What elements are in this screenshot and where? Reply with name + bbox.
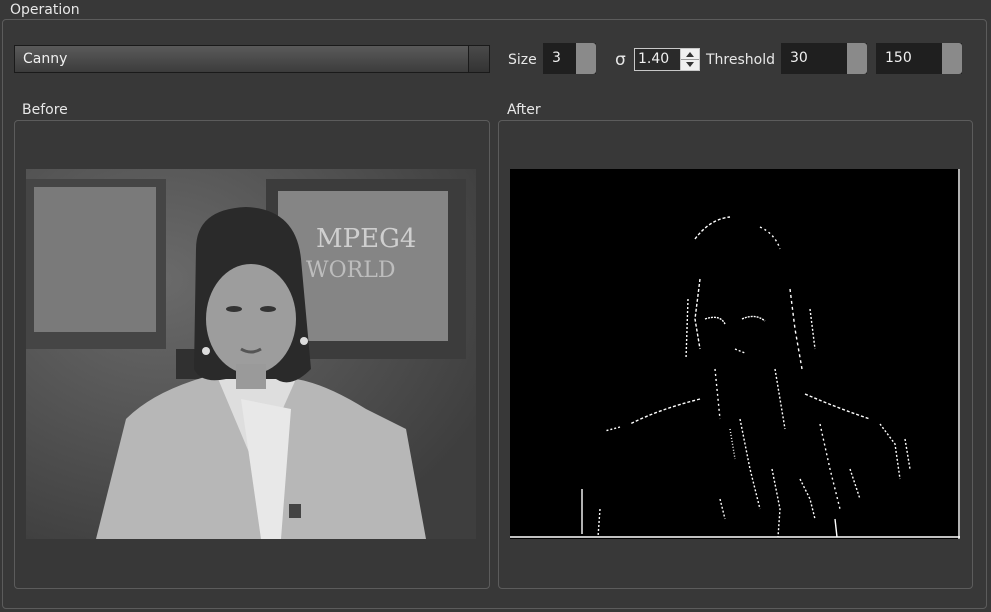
operation-mode-dropdown[interactable]: Canny [14, 45, 490, 73]
threshold-high-field[interactable]: 150 [876, 43, 962, 74]
svg-text:MPEG4: MPEG4 [316, 224, 416, 254]
size-field[interactable]: 3 [543, 43, 596, 74]
threshold-low-value: 30 [790, 50, 808, 66]
operation-group-title: Operation [8, 2, 82, 18]
after-image [510, 169, 960, 539]
sigma-label: σ [615, 50, 626, 70]
size-slider-handle[interactable] [576, 43, 596, 74]
threshold-high-value: 150 [885, 50, 912, 66]
size-value: 3 [552, 50, 561, 66]
after-title: After [505, 102, 543, 118]
operation-mode-value: Canny [23, 51, 68, 67]
threshold-low-field[interactable]: 30 [781, 43, 867, 74]
before-title: Before [20, 102, 70, 118]
spin-up-icon[interactable] [686, 52, 694, 57]
sigma-stepper[interactable] [680, 49, 699, 70]
threshold-label: Threshold [706, 52, 775, 68]
dropdown-arrow-icon[interactable] [468, 46, 489, 72]
threshold-high-handle[interactable] [942, 43, 962, 74]
before-image: MPEG4 WORLD [26, 169, 476, 539]
spin-down-icon[interactable] [686, 62, 694, 67]
threshold-low-handle[interactable] [847, 43, 867, 74]
svg-text:WORLD: WORLD [306, 258, 395, 283]
size-label: Size [508, 52, 537, 68]
sigma-spinbox[interactable]: 1.40 [634, 48, 700, 71]
sigma-value[interactable]: 1.40 [638, 51, 669, 67]
